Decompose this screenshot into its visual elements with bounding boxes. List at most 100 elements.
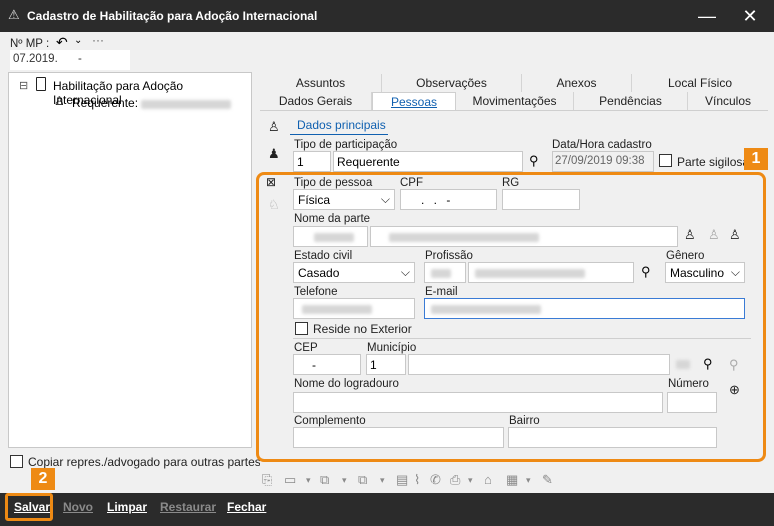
reside-exterior-checkbox[interactable] — [295, 322, 308, 335]
person-edit-icon[interactable]: ♙ — [684, 227, 696, 243]
redacted-value — [302, 305, 372, 314]
cpf-field[interactable]: . . - — [400, 189, 497, 210]
bairro-field[interactable] — [508, 427, 717, 448]
parte-sigilosa-checkbox[interactable] — [659, 154, 672, 167]
mp-field[interactable]: 07.2019. - — [10, 50, 130, 70]
close-button[interactable]: ✕ — [733, 0, 767, 32]
redacted-name — [389, 233, 539, 242]
chevron-down-icon[interactable]: ▾ — [306, 475, 311, 486]
mp-value-suffix: - — [78, 53, 82, 65]
estado-civil-label: Estado civil — [294, 250, 353, 262]
genero-label: Gênero — [666, 250, 705, 262]
tipo-participacao-value: Requerente — [337, 155, 400, 169]
map-search-icon: ⚲ — [729, 357, 739, 372]
parte-sigilosa-label: Parte sigilosa — [677, 155, 750, 169]
calendar-icon[interactable]: ▦ — [506, 472, 518, 488]
profissao-field[interactable] — [468, 262, 634, 283]
add-address-icon[interactable]: ⊕ — [729, 382, 740, 398]
tipo-pessoa-select[interactable]: Física ⌵ — [293, 189, 395, 210]
chevron-down-icon[interactable]: ▾ — [468, 475, 473, 486]
search-icon[interactable]: ⚲ — [641, 264, 651, 280]
more-icon[interactable]: ··· — [92, 33, 104, 47]
nome-code-field[interactable] — [293, 226, 368, 247]
tab-local-fisico[interactable]: Local Físico — [632, 74, 768, 92]
complemento-field[interactable] — [293, 427, 504, 448]
nome-field[interactable] — [370, 226, 678, 247]
rg-field[interactable] — [502, 189, 580, 210]
tab-vinculos[interactable]: Vínculos — [688, 92, 768, 110]
edit-icon[interactable]: ✎ — [542, 472, 553, 488]
chevron-down-icon[interactable]: ▾ — [380, 475, 385, 486]
search-icon[interactable]: ⚲ — [529, 153, 539, 169]
estado-civil-select[interactable]: Casado ⌵ — [293, 262, 415, 283]
tree-collapse-icon[interactable]: ⊟ — [19, 79, 28, 92]
tipo-participacao-code[interactable]: 1 — [293, 151, 331, 172]
person-icon[interactable]: ♙ — [268, 119, 280, 135]
bairro-label: Bairro — [509, 415, 540, 427]
scanner-icon[interactable]: ⌂ — [484, 472, 492, 487]
attach-file-icon[interactable]: ⌇ — [414, 472, 420, 488]
subtab-dados-principais[interactable]: Dados principais — [297, 118, 386, 132]
profissao-code-field[interactable] — [424, 262, 466, 283]
tabs-top-row: Assuntos Observações Anexos Local Físico — [260, 74, 768, 92]
restaurar-button: Restaurar — [160, 500, 217, 514]
undo-icon[interactable]: ↶ — [56, 34, 68, 51]
callout-1: 1 — [744, 148, 768, 170]
tab-pendencias[interactable]: Pendências — [574, 92, 688, 110]
salvar-button[interactable]: Salvar — [14, 500, 50, 514]
tab-pessoas[interactable]: Pessoas — [372, 92, 456, 110]
tab-anexos[interactable]: Anexos — [522, 74, 632, 92]
genero-select[interactable]: Masculino ⌵ — [665, 262, 745, 283]
lock-person-icon[interactable]: ♟ — [268, 146, 280, 162]
limpar-button[interactable]: Limpar — [107, 500, 147, 514]
print-icon[interactable]: ⎙ — [450, 472, 460, 488]
logradouro-field[interactable] — [293, 392, 663, 413]
municipio-code-value: 1 — [370, 358, 377, 372]
tipo-participacao-label: Tipo de participação — [294, 139, 398, 151]
email-label: E-mail — [425, 286, 458, 298]
chevron-down-icon[interactable]: ⌄ — [74, 35, 82, 46]
cep-field[interactable]: - — [293, 354, 361, 375]
tipo-participacao-field[interactable]: Requerente — [333, 151, 523, 172]
tab-observacoes[interactable]: Observações — [382, 74, 522, 92]
folder-icon[interactable]: ▭ — [284, 472, 296, 488]
phone-icon[interactable]: ✆ — [430, 472, 441, 488]
uf-field — [672, 354, 694, 375]
person-search-icon[interactable]: ♙ — [729, 227, 741, 243]
nome-label: Nome da parte — [294, 213, 371, 225]
data-hora-value: 27/09/2019 09:38 — [555, 155, 645, 167]
municipio-field[interactable] — [408, 354, 670, 375]
cep-label: CEP — [294, 342, 318, 354]
attach-icon[interactable]: ⎘ — [262, 472, 272, 488]
tab-dados-gerais[interactable]: Dados Gerais — [260, 92, 372, 110]
fechar-button[interactable]: Fechar — [227, 500, 266, 514]
complemento-label: Complemento — [294, 415, 366, 427]
app-icon: ⚠ — [8, 7, 20, 22]
redacted-value — [475, 269, 585, 278]
folder-icon — [36, 77, 46, 91]
tipo-pessoa-value: Física — [298, 193, 331, 207]
link-icon[interactable]: ⧉ — [320, 472, 329, 488]
municipio-code-field[interactable]: 1 — [366, 354, 406, 375]
chevron-down-icon: ⌵ — [380, 192, 390, 206]
mp-label: Nº MP : — [10, 38, 50, 50]
numero-label: Número — [668, 378, 709, 390]
document-icon[interactable]: ▤ — [396, 472, 408, 488]
telefone-field[interactable] — [293, 298, 415, 319]
chevron-down-icon[interactable]: ▾ — [342, 475, 347, 486]
redacted-code — [314, 233, 354, 242]
email-field[interactable] — [424, 298, 745, 319]
copy-icon[interactable]: ⧉ — [358, 472, 367, 488]
profissao-label: Profissão — [425, 250, 473, 262]
redacted-name — [141, 100, 231, 109]
copiar-checkbox[interactable] — [10, 455, 23, 468]
minimize-button[interactable]: — — [690, 0, 724, 32]
tree-panel: ⊟ Habilitação para Adoção Internacional … — [8, 72, 252, 448]
tab-movimentacoes[interactable]: Movimentações — [456, 92, 574, 110]
tipo-participacao-code-value: 1 — [297, 155, 304, 169]
tab-assuntos[interactable]: Assuntos — [260, 74, 382, 92]
tree-child-label[interactable]: Requerente: — [72, 96, 138, 110]
search-icon[interactable]: ⚲ — [703, 356, 713, 372]
chevron-down-icon[interactable]: ▾ — [526, 475, 531, 486]
numero-field[interactable] — [667, 392, 717, 413]
